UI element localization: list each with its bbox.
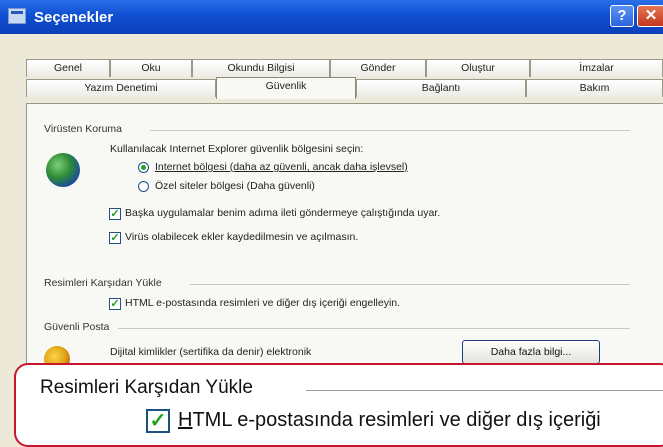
- virus-section-heading: Virüsten Koruma: [44, 123, 123, 135]
- window-titlebar[interactable]: Seçenekler ? ✕: [0, 0, 663, 34]
- tab-baglanti[interactable]: Bağlantı: [356, 79, 526, 97]
- zoom-check-accelerator: H: [178, 409, 193, 431]
- help-button[interactable]: ?: [610, 5, 634, 27]
- zoom-divider: [306, 390, 663, 391]
- zoom-callout: Resimleri Karşıdan Yükle ✓ HTML e-postas…: [14, 363, 663, 447]
- zone-prompt: Kullanılacak Internet Explorer güvenlik …: [110, 143, 364, 155]
- zoom-check-label[interactable]: HTML e-postasında resimleri ve diğer dış…: [178, 409, 601, 432]
- check-warn-send-label[interactable]: Başka uygulamalar benim adıma ileti gönd…: [125, 207, 440, 219]
- zoom-check-label-rest: TML e-postasında resimleri ve diğer dış …: [192, 409, 601, 431]
- tab-genel[interactable]: Genel: [26, 59, 110, 77]
- radio-internet-zone[interactable]: [138, 162, 149, 173]
- tab-gonder[interactable]: Gönder: [330, 59, 426, 77]
- tab-okundu-bilgisi[interactable]: Okundu Bilgisi: [192, 59, 330, 77]
- tab-bakim[interactable]: Bakım: [526, 79, 663, 97]
- secure-mail-heading: Güvenli Posta: [44, 321, 110, 333]
- more-info-button[interactable]: Daha fazla bilgi...: [462, 340, 600, 364]
- check-warn-send[interactable]: ✓: [109, 208, 121, 220]
- globe-icon: [46, 153, 80, 187]
- check-block-images-label[interactable]: HTML e-postasında resimleri ve diğer dış…: [125, 297, 400, 309]
- close-button[interactable]: ✕: [637, 5, 663, 27]
- check-block-images[interactable]: ✓: [109, 298, 121, 310]
- secure-mail-desc: Dijital kimlikler (sertifika da denir) e…: [110, 346, 312, 358]
- zoom-check-icon[interactable]: ✓: [146, 409, 170, 433]
- radio-restricted-zone-label[interactable]: Özel siteler bölgesi (Daha güvenli): [155, 180, 315, 192]
- zoom-heading: Resimleri Karşıdan Yükle: [40, 377, 253, 398]
- images-section-heading: Resimleri Karşıdan Yükle: [44, 277, 162, 289]
- window-title: Seçenekler: [34, 9, 114, 26]
- tab-oku[interactable]: Oku: [110, 59, 192, 77]
- radio-internet-zone-label[interactable]: Internet bölgesi (daha az güvenli, ancak…: [155, 161, 408, 173]
- tab-guvenlik[interactable]: Güvenlik: [216, 77, 356, 99]
- tab-yazim-denetimi[interactable]: Yazım Denetimi: [26, 79, 216, 97]
- check-block-attachments[interactable]: ✓: [109, 232, 121, 244]
- window-app-icon: [8, 8, 26, 24]
- secure-mail-divider: [118, 328, 630, 329]
- check-block-attachments-label[interactable]: Virüs olabilecek ekler kaydedilmesin ve …: [125, 231, 358, 243]
- virus-section-divider: [150, 130, 630, 131]
- images-section-divider: [190, 284, 630, 285]
- radio-restricted-zone[interactable]: [138, 181, 149, 192]
- tab-imzalar[interactable]: İmzalar: [530, 59, 663, 77]
- tab-olustur[interactable]: Oluştur: [426, 59, 530, 77]
